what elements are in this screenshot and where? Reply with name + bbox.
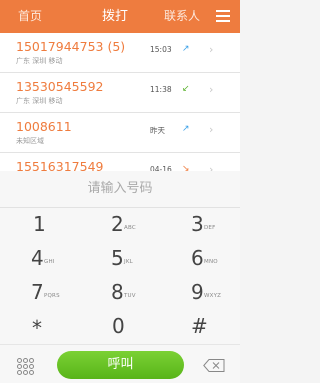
key-digit: 3 xyxy=(191,212,204,236)
key-letters: ABC xyxy=(124,225,136,231)
outgoing-call-icon: ↗ xyxy=(182,124,190,134)
key-letters: DEF xyxy=(204,225,216,231)
call-time: 15:03 xyxy=(150,45,172,54)
call-number: 1008611 xyxy=(16,119,72,134)
call-log-row[interactable]: 15017944753 (5) 广东 深圳 移动 15:03 ↗ › xyxy=(0,33,240,73)
bottom-action-bar: 呼叫 xyxy=(0,344,240,383)
key-digit: 7 xyxy=(31,280,44,304)
key-4[interactable]: 4 GHI xyxy=(0,242,80,276)
key-letters: TUV xyxy=(124,293,136,299)
key-2[interactable]: 2 ABC xyxy=(80,208,160,242)
key-7[interactable]: 7 PQRS xyxy=(0,276,80,310)
key-digit: * xyxy=(32,316,42,340)
key-digit: 0 xyxy=(112,314,125,338)
key-letters: PQRS xyxy=(44,293,60,299)
tab-home[interactable]: 首页 xyxy=(0,0,60,33)
key-digit: 8 xyxy=(111,280,124,304)
call-number: 13530545592 xyxy=(16,79,104,94)
call-number: 15017944753 (5) xyxy=(16,39,126,54)
call-log-list[interactable]: 15017944753 (5) 广东 深圳 移动 15:03 ↗ › 13530… xyxy=(0,33,240,171)
key-hash[interactable]: # xyxy=(160,310,240,344)
key-letters: MNO xyxy=(204,259,218,265)
key-3[interactable]: 3 DEF xyxy=(160,208,240,242)
key-digit: 9 xyxy=(191,280,204,304)
chevron-right-icon[interactable]: › xyxy=(209,83,213,96)
chevron-right-icon[interactable]: › xyxy=(209,123,213,136)
chevron-right-icon[interactable]: › xyxy=(209,43,213,56)
key-digit: 6 xyxy=(191,246,204,270)
key-6[interactable]: 6 MNO xyxy=(160,242,240,276)
call-log-row[interactable]: 1008611 未知区域 昨天 ↗ › xyxy=(0,113,240,153)
call-time: 昨天 xyxy=(150,126,165,135)
call-location: 广东 深圳 移动 xyxy=(16,57,63,65)
key-letters: WXYZ xyxy=(204,293,222,299)
key-1[interactable]: 1 xyxy=(0,208,80,242)
dial-keypad: 1 2 ABC 3 DEF 4 GHI 5 JKL 6 MNO 7 PQRS 8… xyxy=(0,208,240,344)
tab-contacts[interactable]: 联系人 xyxy=(147,0,217,33)
call-log-row[interactable]: 15516317549 04-16 ↘ › xyxy=(0,153,240,171)
call-location: 广东 深圳 移动 xyxy=(16,97,63,105)
key-star[interactable]: * xyxy=(0,310,80,344)
keypad-grid-icon[interactable] xyxy=(17,358,35,376)
key-digit: 1 xyxy=(33,212,46,236)
call-button[interactable]: 呼叫 xyxy=(57,351,184,379)
key-digit: 2 xyxy=(111,212,124,236)
number-input[interactable]: 请输入号码 xyxy=(0,171,240,208)
call-location: 未知区域 xyxy=(16,137,44,145)
key-digit: # xyxy=(191,314,208,338)
key-letters: GHI xyxy=(44,259,55,265)
menu-icon[interactable] xyxy=(216,10,230,22)
key-5[interactable]: 5 JKL xyxy=(80,242,160,276)
tab-dial[interactable]: 拨打 xyxy=(85,0,145,33)
key-9[interactable]: 9 WXYZ xyxy=(160,276,240,310)
key-digit: 5 xyxy=(111,246,124,270)
backspace-icon[interactable] xyxy=(203,359,225,372)
outgoing-call-icon: ↗ xyxy=(182,44,190,54)
missed-call-icon: ↘ xyxy=(182,164,190,171)
top-tab-bar: 首页 拨打 联系人 xyxy=(0,0,240,33)
key-0[interactable]: 0 xyxy=(80,310,160,344)
call-time: 11:38 xyxy=(150,85,172,94)
chevron-right-icon[interactable]: › xyxy=(209,163,213,171)
key-8[interactable]: 8 TUV xyxy=(80,276,160,310)
key-digit: 4 xyxy=(31,246,44,270)
call-log-row[interactable]: 13530545592 广东 深圳 移动 11:38 ↙ › xyxy=(0,73,240,113)
call-number: 15516317549 xyxy=(16,159,104,171)
key-letters: JKL xyxy=(124,259,133,265)
incoming-call-icon: ↙ xyxy=(182,84,190,94)
